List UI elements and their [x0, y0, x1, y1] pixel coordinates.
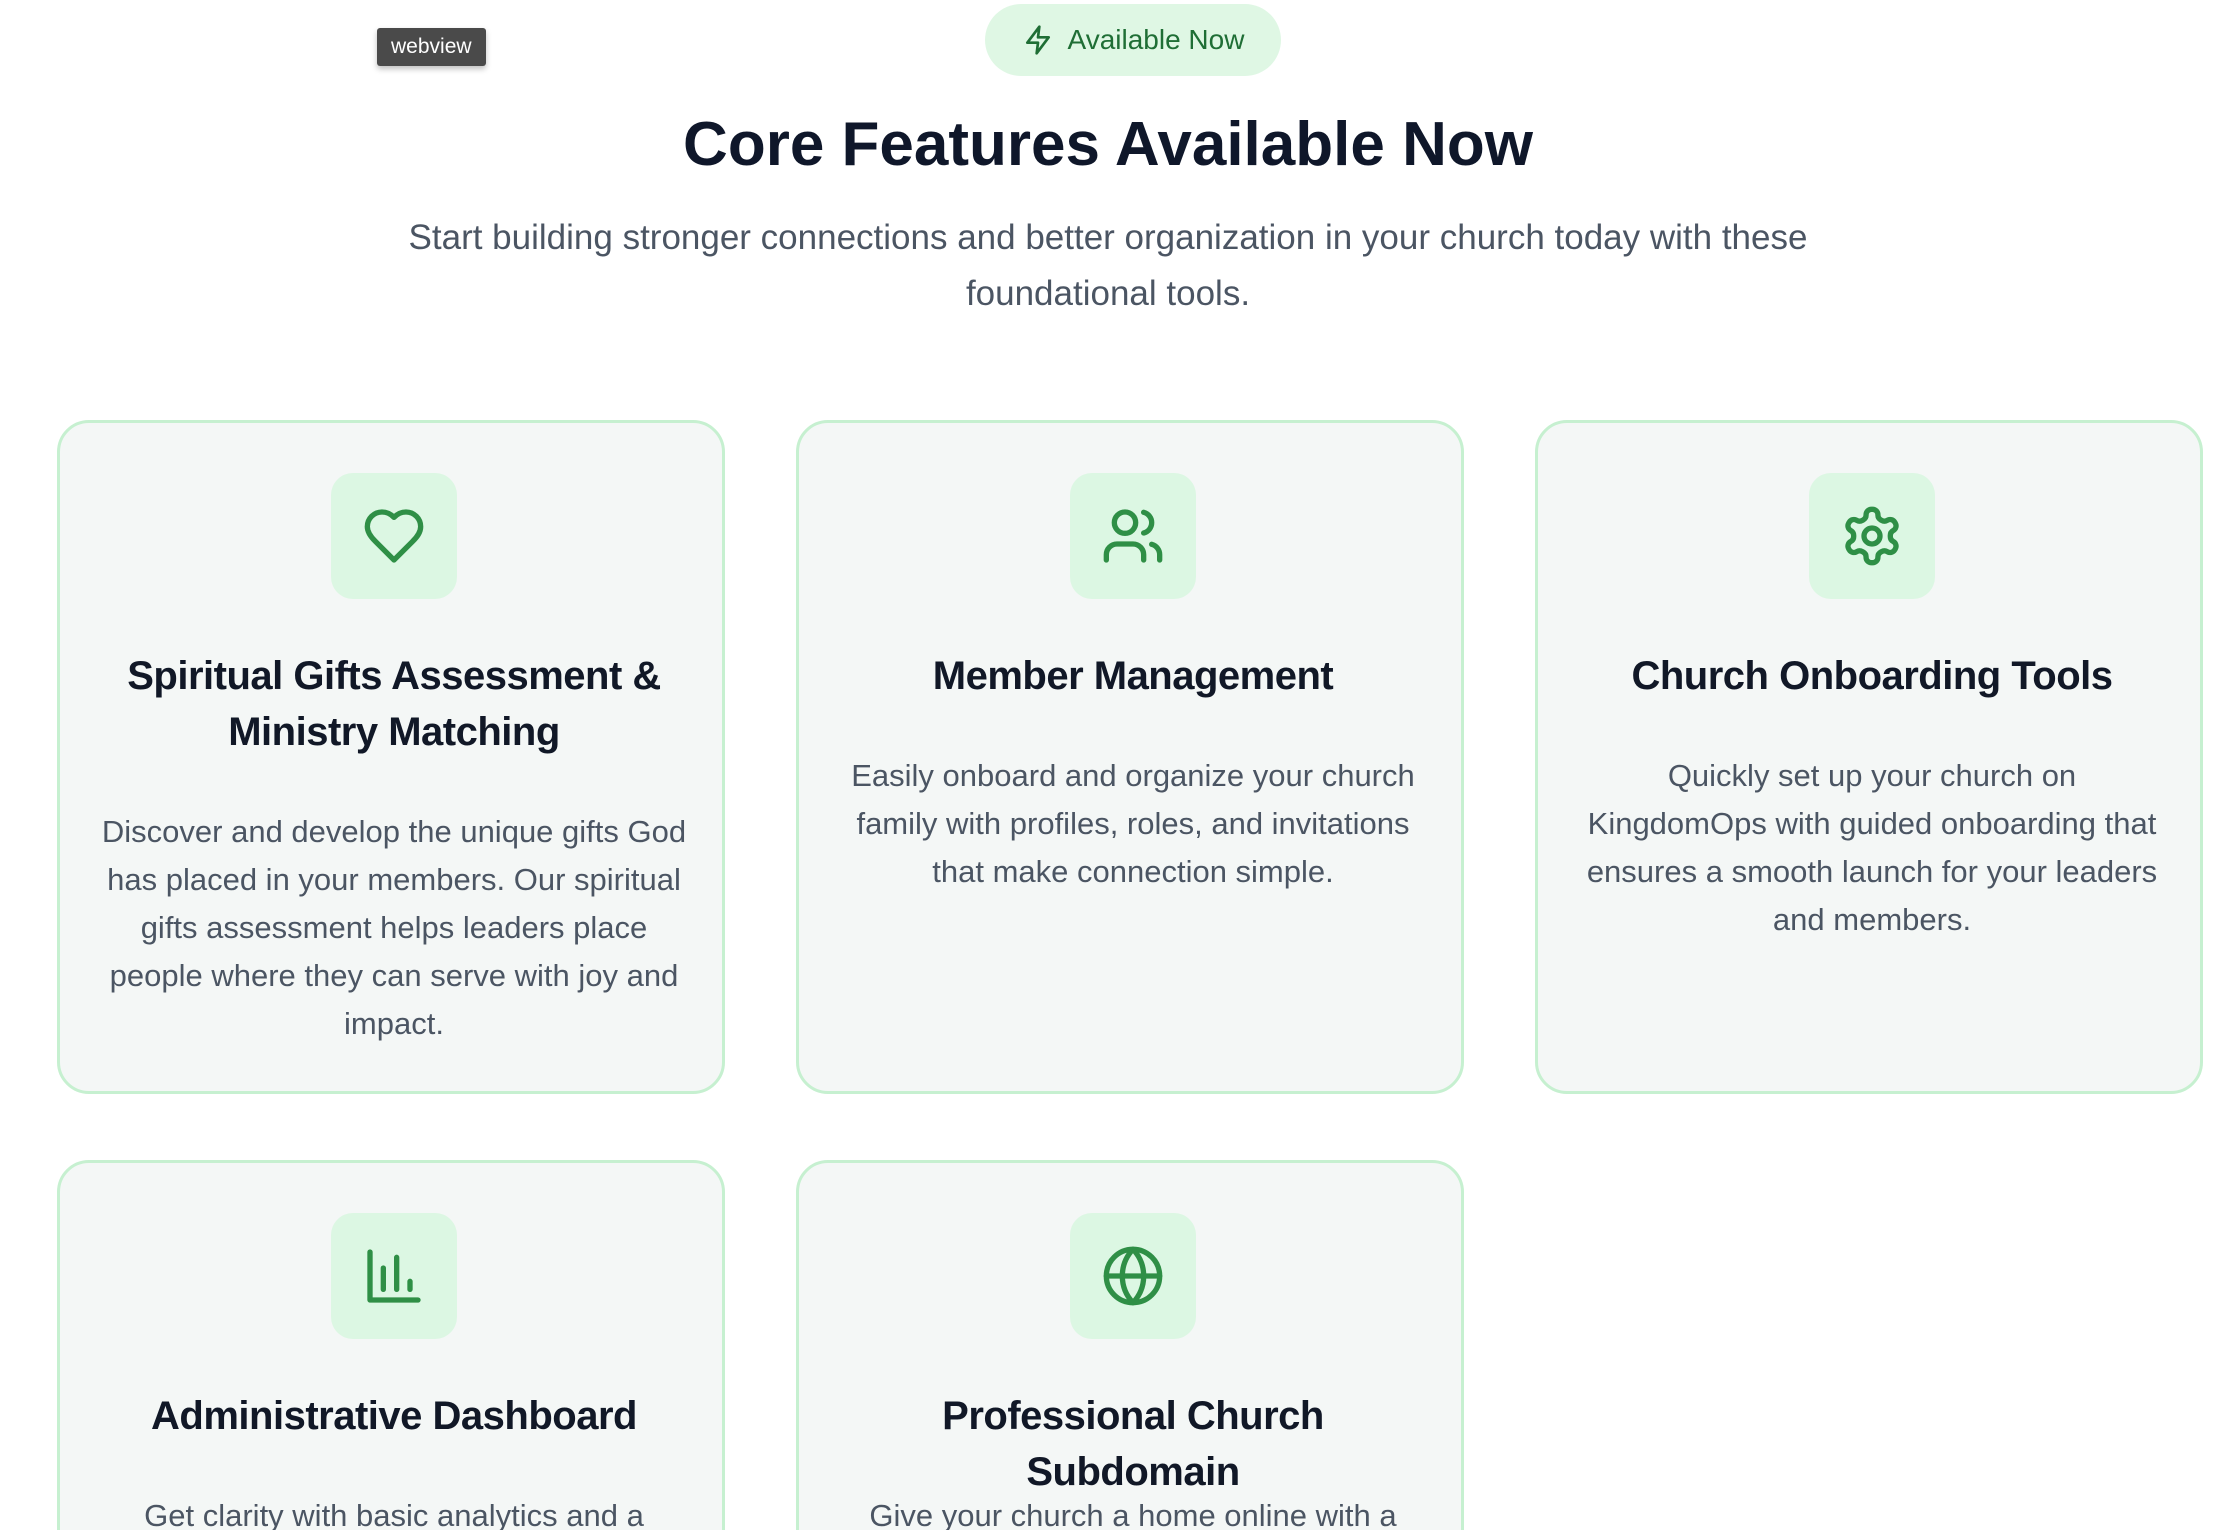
feature-title: Professional Church Subdomain — [942, 1394, 1324, 1494]
available-now-badge: Available Now — [985, 4, 1281, 76]
feature-card-spiritual-gifts: Spiritual Gifts Assessment & Ministry Ma… — [57, 420, 725, 1094]
feature-icon-box — [331, 473, 457, 599]
page: webview Available Now Core Features Avai… — [0, 0, 2216, 1530]
feature-card-church-subdomain: Professional Church Subdomain Give your … — [796, 1160, 1464, 1530]
feature-description: Easily onboard and organize your church … — [851, 758, 1415, 889]
users-icon — [1103, 509, 1163, 563]
heart-icon — [364, 509, 424, 563]
feature-card-admin-dashboard: Administrative Dashboard Get clarity wit… — [57, 1160, 725, 1530]
feature-description: Get clarity with basic analytics and a — [144, 1498, 644, 1530]
feature-description: Give your church a home online with a — [869, 1498, 1397, 1530]
page-subtitle: Start building stronger connections and … — [408, 218, 1808, 313]
badge-label: Available Now — [1067, 24, 1245, 55]
globe-icon — [1103, 1246, 1163, 1306]
gear-icon — [1845, 506, 1899, 566]
feature-title: Administrative Dashboard — [151, 1394, 637, 1438]
feature-card-member-management: Member Management Easily onboard and org… — [796, 420, 1464, 1094]
feature-icon-box — [1809, 473, 1935, 599]
feature-description: Discover and develop the unique gifts Go… — [101, 814, 687, 1041]
page-title: Core Features Available Now — [683, 110, 1533, 179]
lightning-bolt-icon — [1025, 25, 1050, 55]
feature-title: Spiritual Gifts Assessment & Ministry Ma… — [127, 654, 661, 754]
webview-tooltip: webview — [377, 28, 486, 66]
feature-title: Church Onboarding Tools — [1631, 654, 2113, 698]
feature-title: Member Management — [932, 654, 1334, 698]
feature-icon-box — [1070, 473, 1196, 599]
feature-icon-box — [1070, 1213, 1196, 1339]
feature-card-church-onboarding: Church Onboarding Tools Quickly set up y… — [1535, 420, 2203, 1094]
feature-description: Quickly set up your church on KingdomOps… — [1586, 758, 2158, 937]
feature-icon-box — [331, 1213, 457, 1339]
bar-chart-icon — [367, 1249, 421, 1303]
